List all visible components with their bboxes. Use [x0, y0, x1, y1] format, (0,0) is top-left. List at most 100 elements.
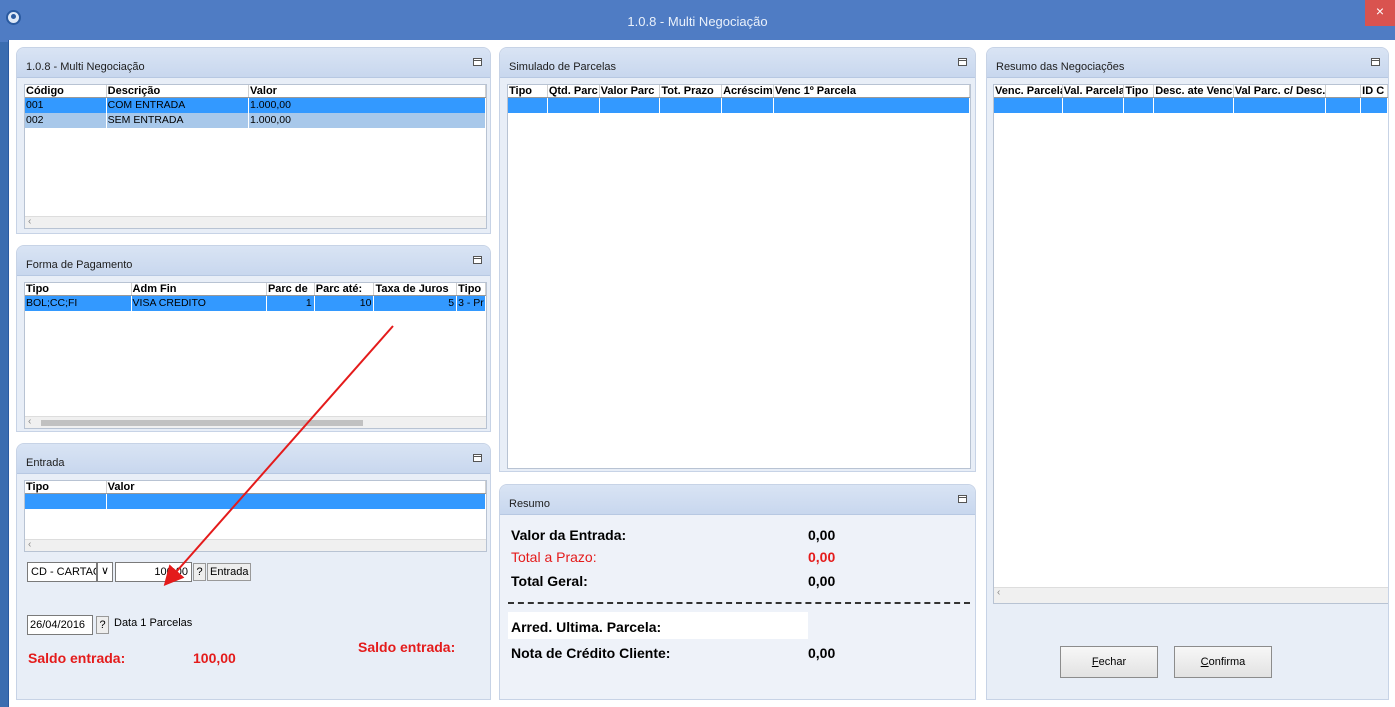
panel-title: Simulado de Parcelas — [509, 61, 617, 73]
total-geral-label: Total Geral: — [511, 573, 588, 589]
scroll-left-icon[interactable]: ‹ — [28, 416, 31, 427]
valor-entrada-label: Valor da Entrada: — [511, 527, 627, 543]
forma-pagamento-grid: Tipo Adm Fin Parc de Parc até: Taxa de J… — [24, 282, 487, 429]
col-tipo[interactable]: Tipo — [1124, 85, 1155, 97]
minimize-icon[interactable] — [958, 58, 967, 66]
col-venc-parcela[interactable]: Venc 1º Parcela — [774, 85, 970, 97]
total-geral-value: 0,00 — [808, 573, 836, 589]
window-client-area: 1.0.8 - Multi Negociação Código Descriçã… — [8, 40, 1395, 707]
grid-header: Tipo Adm Fin Parc de Parc até: Taxa de J… — [25, 283, 486, 296]
horizontal-scrollbar[interactable]: ‹ — [25, 539, 486, 551]
col-val-parc-desc[interactable]: Val Parc. c/ Desc. — [1234, 85, 1327, 97]
saldo-entrada-label: Saldo entrada: — [28, 650, 126, 666]
col-codigo[interactable]: Código — [25, 85, 107, 97]
date-input[interactable]: 26/04/2016 — [27, 615, 93, 635]
table-row[interactable]: 001 COM ENTRADA 1.000,00 — [25, 98, 486, 113]
minimize-icon[interactable] — [473, 256, 482, 264]
col-adm-fin[interactable]: Adm Fin — [132, 283, 267, 295]
data-parcelas-label: Data 1 Parcelas — [114, 617, 193, 629]
scroll-left-icon[interactable]: ‹ — [28, 216, 31, 227]
col-descricao[interactable]: Descrição — [107, 85, 250, 97]
scrollbar-thumb[interactable] — [41, 420, 363, 426]
entrada-grid: Tipo Valor ‹ — [24, 480, 487, 552]
multi-negociacao-grid: Código Descrição Valor 001 COM ENTRADA 1… — [24, 84, 487, 229]
grid-header: Tipo Qtd. Parc Valor Parc Tot. Prazo Acr… — [508, 85, 970, 98]
total-prazo-label: Total a Prazo: — [511, 549, 597, 565]
forma-pagamento-header: Forma de Pagamento — [17, 246, 490, 276]
minimize-icon[interactable] — [473, 454, 482, 462]
entrada-panel: Entrada Tipo Valor ‹ CD - CARTAO ∨ 100,0… — [16, 443, 491, 700]
col-taxa-juros[interactable]: Taxa de Juros — [374, 283, 458, 295]
date-help-button[interactable]: ? — [96, 616, 109, 634]
horizontal-scrollbar[interactable]: ‹ — [994, 587, 1388, 603]
saldo-entrada-label-secondary: Saldo entrada: — [358, 639, 456, 655]
scroll-left-icon[interactable]: ‹ — [28, 539, 31, 550]
col-id[interactable]: ID C — [1361, 85, 1388, 97]
divider — [508, 602, 970, 604]
col-tipo[interactable]: Tipo — [25, 283, 132, 295]
panel-title: Resumo — [509, 498, 550, 510]
col-parc-de[interactable]: Parc de — [267, 283, 315, 295]
valor-help-button[interactable]: ? — [193, 563, 206, 581]
col-valor[interactable]: Valor — [249, 85, 486, 97]
window-titlebar: 1.0.8 - Multi Negociação × — [0, 0, 1395, 42]
col-desc-venc[interactable]: Desc. ate Venc — [1154, 85, 1234, 97]
resumo-negociacoes-grid: Venc. Parcela Val. Parcela Tipo Desc. at… — [993, 84, 1388, 604]
fechar-button[interactable]: Fechar — [1060, 646, 1158, 678]
multi-negociacao-header: 1.0.8 - Multi Negociação — [17, 48, 490, 78]
panel-title: Forma de Pagamento — [26, 259, 133, 271]
horizontal-scrollbar[interactable]: ‹ — [25, 216, 486, 228]
saldo-entrada-value: 100,00 — [193, 650, 236, 666]
valor-input[interactable]: 100,00 — [115, 562, 192, 582]
grid-header: Venc. Parcela Val. Parcela Tipo Desc. at… — [994, 85, 1388, 98]
panel-title: Entrada — [26, 457, 65, 469]
col-valor[interactable]: Valor — [107, 481, 486, 493]
col-qtd-parc[interactable]: Qtd. Parc — [548, 85, 600, 97]
horizontal-scrollbar[interactable]: ‹ — [25, 416, 486, 428]
col-tot-prazo[interactable]: Tot. Prazo — [660, 85, 723, 97]
nota-credito-label: Nota de Crédito Cliente: — [511, 645, 671, 661]
col-tipo[interactable]: Tipo — [508, 85, 548, 97]
col-blank[interactable] — [1326, 85, 1362, 97]
close-window-button[interactable]: × — [1365, 0, 1395, 26]
multi-negociacao-panel: 1.0.8 - Multi Negociação Código Descriçã… — [16, 47, 491, 234]
col-valor-parc[interactable]: Valor Parc — [600, 85, 661, 97]
resumo-header: Resumo — [500, 485, 975, 515]
forma-pagamento-panel: Forma de Pagamento Tipo Adm Fin Parc de … — [16, 245, 491, 432]
grid-header: Tipo Valor — [25, 481, 486, 494]
nota-credito-value: 0,00 — [808, 645, 836, 661]
col-parc-ate[interactable]: Parc até: — [315, 283, 375, 295]
minimize-icon[interactable] — [473, 58, 482, 66]
col-tipo2[interactable]: Tipo — [457, 283, 486, 295]
grid-header: Código Descrição Valor — [25, 85, 486, 98]
panel-title: 1.0.8 - Multi Negociação — [26, 61, 145, 73]
minimize-icon[interactable] — [1371, 58, 1380, 66]
confirma-button[interactable]: Confirma — [1174, 646, 1272, 678]
col-acrescimo[interactable]: Acréscimo — [722, 85, 774, 97]
table-row[interactable]: 002 SEM ENTRADA 1.000,00 — [25, 113, 486, 128]
resumo-negociacoes-panel: Resumo das Negociações Venc. Parcela Val… — [986, 47, 1389, 700]
col-tipo[interactable]: Tipo — [25, 481, 107, 493]
scroll-left-icon[interactable]: ‹ — [997, 587, 1000, 598]
entrada-header: Entrada — [17, 444, 490, 474]
minimize-icon[interactable] — [958, 495, 967, 503]
table-row[interactable] — [25, 494, 486, 509]
col-venc-parcela[interactable]: Venc. Parcela — [994, 85, 1063, 97]
arred-label: Arred. Ultima. Parcela: — [511, 619, 662, 635]
entrada-button[interactable]: Entrada — [207, 563, 251, 581]
table-row[interactable] — [508, 98, 970, 113]
resumo-panel: Resumo Valor da Entrada: 0,00 Total a Pr… — [499, 484, 976, 700]
simulado-parcelas-header: Simulado de Parcelas — [500, 48, 975, 78]
table-row[interactable]: BOL;CC;FI VISA CREDITO 1 10 5 3 - Pr — [25, 296, 486, 311]
simulado-parcelas-grid: Tipo Qtd. Parc Valor Parc Tot. Prazo Acr… — [507, 84, 971, 469]
total-prazo-value: 0,00 — [808, 549, 836, 565]
resumo-negociacoes-header: Resumo das Negociações — [987, 48, 1388, 78]
panel-title: Resumo das Negociações — [996, 61, 1125, 73]
valor-entrada-value: 0,00 — [808, 527, 836, 543]
tipo-select[interactable]: CD - CARTAO — [27, 562, 97, 582]
col-val-parcela[interactable]: Val. Parcela — [1063, 85, 1125, 97]
table-row[interactable] — [994, 98, 1388, 113]
simulado-parcelas-panel: Simulado de Parcelas Tipo Qtd. Parc Valo… — [499, 47, 976, 472]
window-title: 1.0.8 - Multi Negociação — [627, 14, 768, 29]
chevron-down-icon[interactable]: ∨ — [97, 562, 113, 582]
